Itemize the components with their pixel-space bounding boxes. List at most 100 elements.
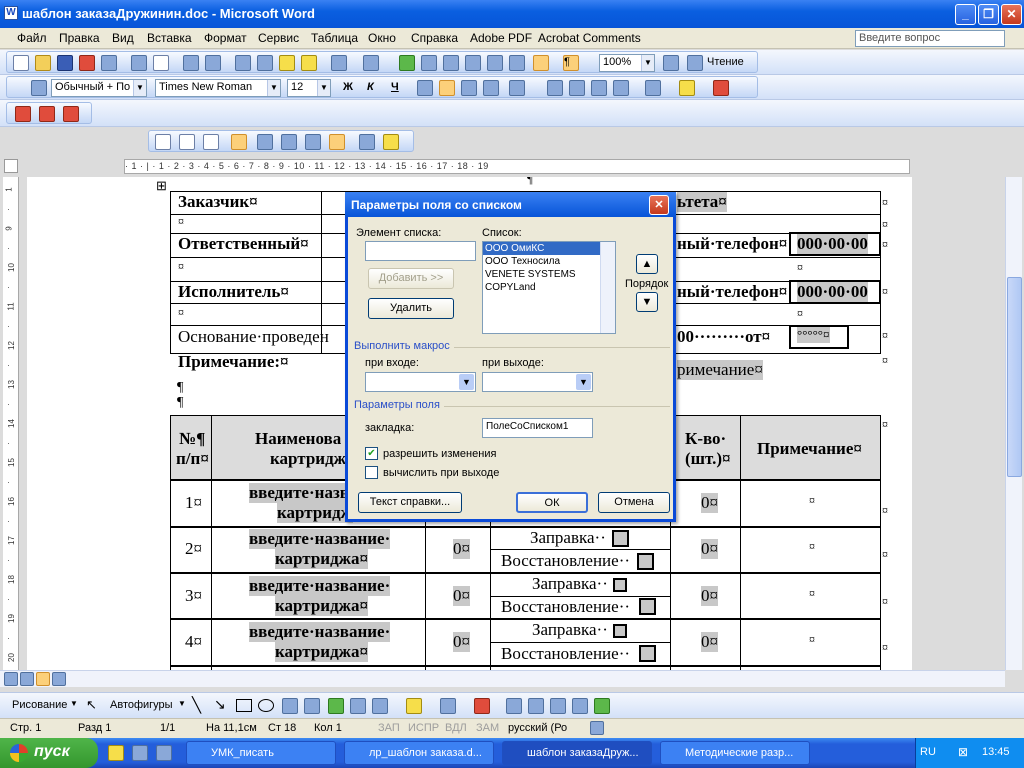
menu-tools[interactable]: Сервис [258,31,299,45]
spelling-status-icon[interactable] [590,721,604,735]
shadow-style-icon[interactable] [572,698,588,714]
spelling-icon[interactable] [183,55,199,71]
research-icon[interactable] [205,55,221,71]
status-track[interactable]: ИСПР [408,722,439,734]
draw-menu[interactable]: Рисование [12,699,67,711]
note-right[interactable]: римечание¤ [677,360,763,380]
show-hide-icon[interactable]: ¶ [563,55,579,71]
minimize-button[interactable]: _ [955,4,976,25]
justify-icon[interactable] [483,80,499,96]
basis-date-value[interactable]: °°°°°¤ [797,327,830,343]
ok-button[interactable]: ОК [516,492,588,513]
check-box-icon[interactable] [179,134,195,150]
save-icon[interactable] [57,55,73,71]
row-2-name[interactable]: введите·название· [249,529,391,549]
language-indicator[interactable]: RU [920,746,936,758]
font-color-icon[interactable] [713,80,729,96]
word-app-icon[interactable]: W [4,6,18,20]
row-2-restore-checkbox[interactable] [637,553,654,570]
picture-icon[interactable] [372,698,388,714]
email-icon[interactable] [101,55,117,71]
status-record[interactable]: ЗАП [378,722,400,734]
row-4-name[interactable]: введите·название· [249,622,391,642]
list-item[interactable]: COPYLand [483,281,615,294]
ie-icon[interactable] [132,745,148,761]
clipart-icon[interactable] [350,698,366,714]
line-style-icon[interactable] [506,698,522,714]
help-icon[interactable] [663,55,679,71]
quicklaunch-icon[interactable] [108,745,124,761]
highlight-icon[interactable] [679,80,695,96]
chevron-down-icon[interactable]: ▼ [70,699,78,708]
row-4-refill-checkbox[interactable] [613,624,627,638]
read-label[interactable]: Чтение [707,56,744,68]
task-umk-folder[interactable]: УМК_писать [186,741,336,765]
autoshapes-menu[interactable]: Автофигуры [110,699,173,711]
hyperlink-icon[interactable] [399,55,415,71]
undo-icon[interactable] [331,55,347,71]
font-size-select[interactable]: 12 ▼ [287,79,331,97]
ask-question-input[interactable]: Введите вопрос [855,30,1005,47]
italic-button[interactable]: К [367,81,374,93]
menu-edit[interactable]: Правка [59,31,100,45]
chevron-down-icon[interactable]: ▼ [317,80,330,96]
row-4-qty[interactable]: 0¤ [701,632,718,652]
oval-icon[interactable] [258,699,274,712]
row-4-restore-checkbox[interactable] [639,645,656,662]
zoom-select[interactable]: 100% ▼ [599,54,655,72]
font-color-icon[interactable] [474,698,490,714]
task-lr-template[interactable]: лр_шаблон заказа.d... [344,741,494,765]
draw-table-icon[interactable] [257,134,273,150]
chevron-down-icon[interactable]: ▼ [641,55,654,71]
row-1-note[interactable]: ¤ [809,493,815,508]
underline-button[interactable]: Ч [391,81,399,93]
normal-view-icon[interactable] [4,672,18,686]
task-template-order[interactable]: шаблон заказаДруж... [502,741,652,765]
format-painter-icon[interactable] [301,55,317,71]
status-extend[interactable]: ВДЛ [445,722,467,734]
menu-view[interactable]: Вид [112,31,134,45]
row-3-zero[interactable]: 0¤ [453,586,470,606]
row-2-zero[interactable]: 0¤ [453,539,470,559]
font-select[interactable]: Times New Roman ▼ [155,79,281,97]
insert-table-icon[interactable] [281,134,297,150]
text-field-icon[interactable] [155,134,171,150]
web-view-icon[interactable] [20,672,34,686]
on-exit-select[interactable]: ▼ [482,372,593,392]
align-center-icon[interactable] [439,80,455,96]
redo-icon[interactable] [363,55,379,71]
insert-table-icon[interactable] [443,55,459,71]
bullets-icon[interactable] [569,80,585,96]
menu-acrobat-comments[interactable]: Acrobat Comments [538,31,641,45]
allow-changes-label[interactable]: разрешить изменения [383,448,496,460]
move-down-button[interactable]: ▼ [636,292,658,312]
row-4-note[interactable]: ¤ [809,632,815,647]
vertical-scrollbar[interactable] [1005,177,1022,670]
restore-button[interactable]: ❐ [978,4,999,25]
insert-frame-icon[interactable] [305,134,321,150]
row-2-refill-checkbox[interactable] [612,530,629,547]
row-2-qty[interactable]: 0¤ [701,539,718,559]
row-1-name-2[interactable]: картридж [277,503,354,523]
calc-on-exit-checkbox[interactable] [365,466,378,479]
list-item[interactable]: VENETE SYSTEMS [483,268,615,281]
row-3-restore-checkbox[interactable] [639,598,656,615]
list-scrollbar[interactable] [600,242,615,333]
copy-icon[interactable] [257,55,273,71]
print-view-icon[interactable] [36,672,50,686]
phone-value-2[interactable]: 000·00·00 [797,282,868,302]
style-select[interactable]: Обычный + По ц ▼ [51,79,147,97]
row-3-qty[interactable]: 0¤ [701,586,718,606]
add-button[interactable]: Добавить >> [368,268,454,289]
horizontal-scrollbar[interactable] [80,670,1005,687]
cut-icon[interactable] [235,55,251,71]
new-document-icon[interactable] [13,55,29,71]
row-2-name-2[interactable]: картриджа¤ [275,549,369,569]
reset-form-fields-icon[interactable] [359,134,375,150]
rectangle-icon[interactable] [236,699,252,712]
permission-icon[interactable] [79,55,95,71]
horizontal-ruler[interactable]: · 1 · | · 1 · 2 · 3 · 4 · 5 · 6 · 7 · 8 … [0,157,1024,177]
row-3-refill-checkbox[interactable] [613,578,627,592]
tab-selector-icon[interactable] [4,159,18,173]
convert-pdf-email-icon[interactable] [39,106,55,122]
